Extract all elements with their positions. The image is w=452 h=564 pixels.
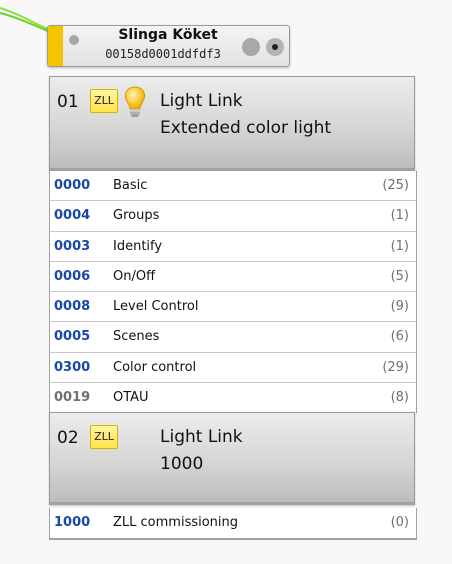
cluster-name: Basic: [113, 178, 148, 193]
cluster-id: 0000: [54, 178, 91, 193]
cluster-attribute-count: (9): [390, 299, 409, 315]
cluster-attribute-count: (6): [390, 329, 409, 345]
cluster-row[interactable]: 0300 Color control (29): [50, 353, 416, 384]
node-title: Slinga Köket: [118, 27, 218, 43]
endpoint-profile: Light Link: [160, 91, 243, 111]
lightbulb-icon: [124, 86, 146, 117]
cluster-name: Scenes: [113, 329, 160, 345]
endpoint-number: 02: [57, 428, 79, 448]
endpoint-profile: Light Link: [160, 427, 243, 447]
cluster-row[interactable]: 0008 Level Control (9): [50, 292, 416, 323]
cluster-list: 0000 Basic (25) 0004 Groups (1) 0003 Identify (1…: [49, 171, 417, 414]
cluster-attribute-count: (0): [390, 515, 409, 530]
endpoint-02-header[interactable]: 02 ZLL Light Link 1000: [49, 412, 415, 505]
cluster-id: 1000: [54, 515, 91, 530]
node-button-1[interactable]: [242, 38, 260, 56]
cluster-name: Color control: [113, 359, 197, 375]
cluster-attribute-count: (1): [390, 208, 409, 224]
node-button-2[interactable]: [266, 38, 284, 56]
cluster-attribute-count: (1): [390, 238, 409, 254]
cluster-id: 0005: [54, 329, 91, 345]
cluster-id: 0003: [54, 238, 91, 254]
cluster-row[interactable]: 0005 Scenes (6): [50, 322, 416, 353]
node-header[interactable]: Slinga Köket 00158d0001ddfdf3: [47, 25, 290, 67]
zll-badge: ZLL: [90, 425, 118, 449]
cluster-attribute-count: (8): [390, 390, 409, 406]
node-status-dot: [69, 35, 79, 45]
cluster-name: ZLL commissioning: [113, 515, 239, 530]
cluster-attribute-count: (29): [382, 359, 409, 375]
cluster-row[interactable]: 1000 ZLL commissioning (0): [50, 508, 416, 538]
node-address: 00158d0001ddfdf3: [105, 47, 221, 61]
node-accent-stripe: [48, 26, 63, 66]
cluster-id: 0006: [54, 268, 91, 284]
cluster-name: On/Off: [113, 268, 156, 284]
cluster-id: 0004: [54, 208, 91, 224]
endpoint-device: Extended color light: [160, 118, 332, 138]
cluster-row[interactable]: 0004 Groups (1): [50, 201, 416, 232]
cluster-id: 0008: [54, 299, 91, 315]
cluster-id: 0019: [54, 390, 91, 406]
cluster-id: 0300: [54, 359, 91, 375]
endpoint-number: 01: [57, 92, 79, 112]
cluster-row[interactable]: 0000 Basic (25): [50, 171, 416, 202]
cluster-name: OTAU: [113, 390, 149, 406]
cluster-name: Level Control: [113, 299, 199, 315]
cluster-attribute-count: (5): [390, 268, 409, 284]
cluster-name: Identify: [113, 238, 163, 254]
endpoint-device: 1000: [160, 454, 204, 474]
endpoint-01-header[interactable]: 01 ZLL Light Link Extended color light: [49, 76, 415, 171]
zll-badge: ZLL: [90, 89, 118, 113]
cluster-row[interactable]: 0006 On/Off (5): [50, 262, 416, 293]
cluster-row[interactable]: 0003 Identify (1): [50, 232, 416, 262]
cluster-list: 1000 ZLL commissioning (0): [49, 508, 417, 541]
cluster-attribute-count: (25): [382, 178, 409, 193]
cluster-row[interactable]: 0019 OTAU (8): [50, 383, 416, 413]
cluster-name: Groups: [113, 208, 160, 224]
